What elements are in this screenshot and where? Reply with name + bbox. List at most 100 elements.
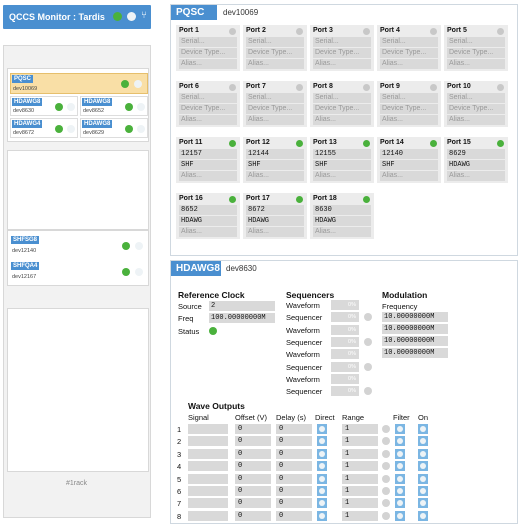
filter-toggle[interactable] (395, 486, 405, 496)
serial-field[interactable]: Serial... (380, 37, 438, 47)
port-card[interactable]: Port 8 Serial... Device Type... Alias... (310, 81, 374, 127)
alias-field[interactable]: Alias... (179, 59, 237, 69)
direct-toggle[interactable] (317, 498, 327, 509)
filter-toggle[interactable] (395, 436, 405, 447)
port-card[interactable]: Port 6 Serial... Device Type... Alias... (176, 81, 240, 127)
modulation-frequency-field[interactable]: 10.00000000M (382, 348, 448, 358)
alias-field[interactable]: Alias... (246, 171, 304, 181)
signal-field[interactable] (188, 498, 228, 509)
on-toggle[interactable] (418, 473, 428, 484)
signal-field[interactable] (188, 473, 228, 484)
source-field[interactable]: 2 (209, 301, 275, 311)
signal-field[interactable] (188, 424, 228, 434)
serial-field[interactable]: 12140 (380, 149, 438, 159)
network-icon[interactable]: ⑂ (141, 10, 147, 21)
delay-field[interactable]: 0 (276, 473, 312, 484)
range-field[interactable]: 1 (342, 424, 378, 434)
signal-field[interactable] (188, 436, 228, 447)
direct-toggle[interactable] (317, 473, 327, 484)
offset-field[interactable]: 0 (235, 486, 271, 496)
serial-field[interactable]: 8630 (313, 205, 371, 215)
on-toggle[interactable] (418, 424, 428, 434)
range-field[interactable]: 1 (342, 498, 378, 509)
port-card[interactable]: Port 9 Serial... Device Type... Alias... (377, 81, 441, 127)
delay-field[interactable]: 0 (276, 498, 312, 509)
serial-field[interactable]: 8652 (179, 205, 237, 215)
alias-field[interactable]: Alias... (179, 115, 237, 125)
range-field[interactable]: 1 (342, 461, 378, 472)
device-type-field[interactable]: Device Type... (313, 48, 371, 58)
freq-field[interactable]: 100.00000000M (209, 313, 275, 323)
port-card[interactable]: Port 4 Serial... Device Type... Alias... (377, 25, 441, 71)
offset-field[interactable]: 0 (235, 461, 271, 472)
port-card[interactable]: Port 18 8630 HDAWG Alias... (310, 193, 374, 239)
serial-field[interactable]: Serial... (246, 37, 304, 47)
range-field[interactable]: 1 (342, 510, 378, 521)
offset-field[interactable]: 0 (235, 448, 271, 459)
pqsc-device-card[interactable]: PQSC dev10069 (10, 73, 148, 94)
signal-field[interactable] (188, 448, 228, 459)
alias-field[interactable]: Alias... (246, 115, 304, 125)
serial-field[interactable]: Serial... (313, 37, 371, 47)
on-toggle[interactable] (418, 461, 428, 472)
modulation-frequency-field[interactable]: 10.00000000M (382, 324, 448, 334)
signal-field[interactable] (188, 486, 228, 496)
device-type-field[interactable]: HDAWG (447, 160, 505, 170)
alias-field[interactable]: Alias... (380, 115, 438, 125)
range-field[interactable]: 1 (342, 473, 378, 484)
port-card[interactable]: Port 13 12155 SHF Alias... (310, 137, 374, 183)
offset-field[interactable]: 0 (235, 424, 271, 434)
alias-field[interactable]: Alias... (380, 171, 438, 181)
serial-field[interactable]: 12144 (246, 149, 304, 159)
device-type-field[interactable]: Device Type... (246, 48, 304, 58)
delay-field[interactable]: 0 (276, 461, 312, 472)
modulation-frequency-field[interactable]: 10.00000000M (382, 312, 448, 322)
device-type-field[interactable]: Device Type... (179, 104, 237, 114)
modulation-frequency-field[interactable]: 10.00000000M (382, 336, 448, 346)
serial-field[interactable]: 8629 (447, 149, 505, 159)
alias-field[interactable]: Alias... (179, 227, 237, 237)
on-toggle[interactable] (418, 448, 428, 459)
alias-field[interactable]: Alias... (246, 227, 304, 237)
signal-field[interactable] (188, 510, 228, 521)
direct-toggle[interactable] (317, 486, 327, 496)
port-card[interactable]: Port 10 Serial... Device Type... Alias... (444, 81, 508, 127)
device-type-field[interactable]: SHF (313, 160, 371, 170)
instrument-card[interactable]: HDAWG8 dev8630 (10, 96, 78, 116)
alias-field[interactable]: Alias... (447, 115, 505, 125)
port-card[interactable]: Port 11 12157 SHF Alias... (176, 137, 240, 183)
delay-field[interactable]: 0 (276, 486, 312, 496)
on-toggle[interactable] (418, 486, 428, 496)
direct-toggle[interactable] (317, 436, 327, 447)
range-field[interactable]: 1 (342, 448, 378, 459)
alias-field[interactable]: Alias... (380, 59, 438, 69)
device-type-field[interactable]: Device Type... (447, 48, 505, 58)
device-type-field[interactable]: SHF (246, 160, 304, 170)
device-type-field[interactable]: HDAWG (246, 216, 304, 226)
alias-field[interactable]: Alias... (313, 59, 371, 69)
filter-toggle[interactable] (395, 424, 405, 434)
serial-field[interactable]: Serial... (246, 93, 304, 103)
on-toggle[interactable] (418, 436, 428, 447)
alias-field[interactable]: Alias... (313, 227, 371, 237)
range-field[interactable]: 1 (342, 486, 378, 496)
instrument-card[interactable]: HDAWG4 dev8672 (10, 118, 78, 138)
filter-toggle[interactable] (395, 473, 405, 484)
port-card[interactable]: Port 12 12144 SHF Alias... (243, 137, 307, 183)
offset-field[interactable]: 0 (235, 473, 271, 484)
serial-field[interactable]: Serial... (447, 37, 505, 47)
filter-toggle[interactable] (395, 498, 405, 509)
port-card[interactable]: Port 16 8652 HDAWG Alias... (176, 193, 240, 239)
device-type-field[interactable]: SHF (380, 160, 438, 170)
port-card[interactable]: Port 17 8672 HDAWG Alias... (243, 193, 307, 239)
delay-field[interactable]: 0 (276, 424, 312, 434)
alias-field[interactable]: Alias... (179, 171, 237, 181)
filter-toggle[interactable] (395, 510, 405, 521)
serial-field[interactable]: 12157 (179, 149, 237, 159)
filter-toggle[interactable] (395, 448, 405, 459)
direct-toggle[interactable] (317, 461, 327, 472)
alias-field[interactable]: Alias... (246, 59, 304, 69)
port-card[interactable]: Port 2 Serial... Device Type... Alias... (243, 25, 307, 71)
alias-field[interactable]: Alias... (447, 171, 505, 181)
instrument-card[interactable]: HDAWG8 dev8629 (80, 118, 148, 138)
